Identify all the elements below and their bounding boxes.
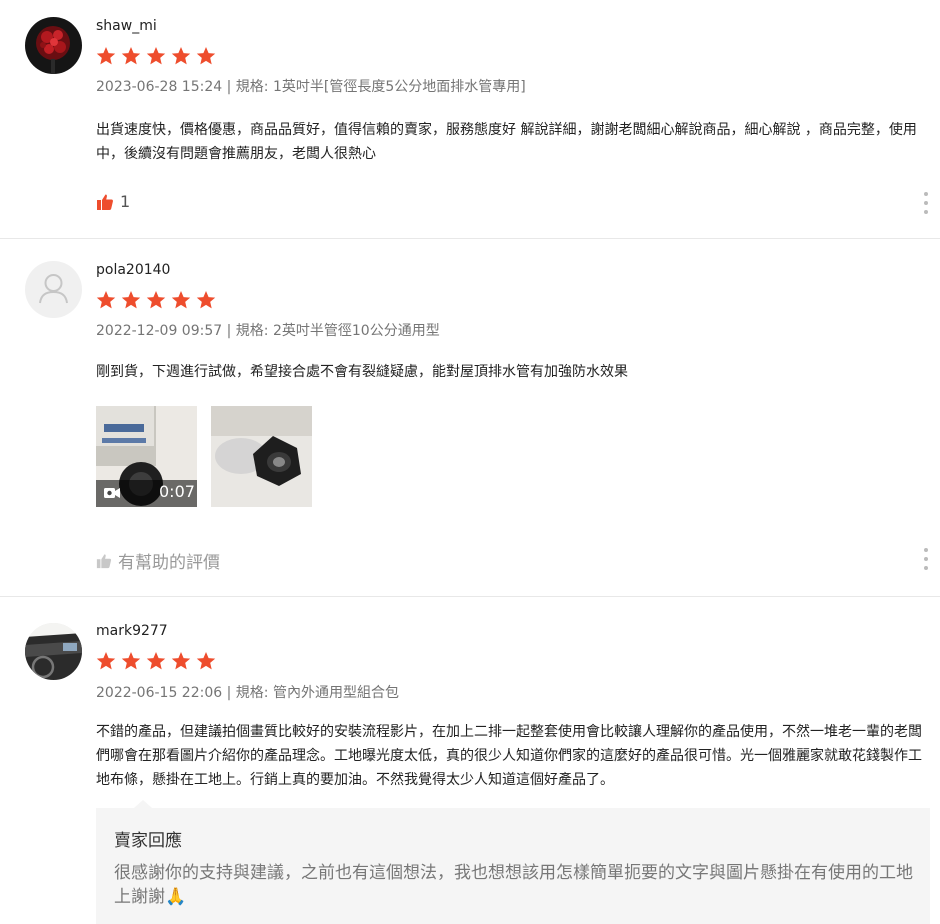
like-count: 1 xyxy=(120,192,131,211)
like-button[interactable]: 有幫助的評價 xyxy=(96,548,220,573)
review-text: 剛到貨，下週進行試做，希望接合處不會有裂縫疑慮，能對屋頂排水管有加強防水效果 xyxy=(96,364,628,380)
star-rating xyxy=(96,46,216,66)
review-divider xyxy=(0,596,940,597)
video-duration: 0:07 xyxy=(159,482,195,501)
star-rating xyxy=(96,290,216,310)
video-camera-icon xyxy=(104,488,120,498)
variation-label: 規格: xyxy=(235,79,269,95)
username[interactable]: pola20140 xyxy=(96,262,170,278)
meta-separator: | xyxy=(226,79,232,95)
seller-reply-pointer xyxy=(134,800,152,808)
review-date: 2023-06-28 15:24 xyxy=(96,79,223,95)
red-bouquet-photo xyxy=(25,17,82,74)
review-meta: 2022-06-15 22:06 | 規格: 管內外通用型組合包 xyxy=(96,682,399,702)
variation-label: 規格: xyxy=(235,685,269,701)
star-icon xyxy=(96,652,116,670)
variation-value: 管內外通用型組合包 xyxy=(272,685,399,701)
car-interior-photo xyxy=(25,623,82,680)
star-icon xyxy=(146,291,166,309)
thumbs-up-icon xyxy=(97,194,113,210)
variation-value: 2英吋半管徑10公分通用型 xyxy=(272,323,440,339)
star-icon xyxy=(196,291,216,309)
avatar[interactable] xyxy=(25,17,82,74)
star-rating xyxy=(96,651,216,671)
avatar[interactable] xyxy=(25,261,82,318)
star-icon xyxy=(171,652,191,670)
avatar[interactable] xyxy=(25,623,82,680)
review-meta: 2022-12-09 09:57 | 規格: 2英吋半管徑10公分通用型 xyxy=(96,320,440,340)
star-icon xyxy=(121,291,141,309)
more-options-icon[interactable] xyxy=(922,192,930,214)
star-icon xyxy=(196,47,216,65)
star-icon xyxy=(171,47,191,65)
review-divider xyxy=(0,238,940,239)
review-meta: 2023-06-28 15:24 | 規格: 1英吋半[管徑長度5公分地面排水管… xyxy=(96,76,526,96)
star-icon xyxy=(146,652,166,670)
default-user-icon xyxy=(39,274,68,304)
review-video-thumbnail[interactable]: 0:07 xyxy=(96,406,197,507)
review-text: 出貨速度快，價格優惠，商品品質好，值得信賴的賣家，服務態度好 解說詳細，謝謝老闆… xyxy=(96,122,917,162)
more-options-icon[interactable] xyxy=(922,548,930,570)
star-icon xyxy=(96,47,116,65)
meta-separator: | xyxy=(226,685,232,701)
like-button[interactable]: 1 xyxy=(96,192,130,211)
review-date: 2022-12-09 09:57 xyxy=(96,323,223,339)
star-icon xyxy=(96,291,116,309)
variation-value: 1英吋半[管徑長度5公分地面排水管專用] xyxy=(272,79,526,95)
star-icon xyxy=(121,652,141,670)
review-date: 2022-06-15 22:06 xyxy=(96,685,223,701)
star-icon xyxy=(171,291,191,309)
seller-reply: 賣家回應 很感謝你的支持與建議，之前也有這個想法，我也想想該用怎樣簡單扼要的文字… xyxy=(96,808,930,924)
review-photo-thumbnail[interactable] xyxy=(211,406,312,507)
star-icon xyxy=(196,652,216,670)
thumbs-up-icon xyxy=(96,553,112,568)
star-icon xyxy=(121,47,141,65)
variation-label: 規格: xyxy=(235,323,269,339)
seller-reply-title: 賣家回應 xyxy=(114,831,182,851)
star-icon xyxy=(146,47,166,65)
username[interactable]: mark9277 xyxy=(96,623,168,639)
username[interactable]: shaw_mi xyxy=(96,18,157,34)
seller-reply-text: 很感謝你的支持與建議，之前也有這個想法，我也想想該用怎樣簡單扼要的文字與圖片懸掛… xyxy=(114,863,913,907)
meta-separator: | xyxy=(226,323,232,339)
product-photo-image xyxy=(211,406,312,507)
review-text: 不錯的產品，但建議拍個畫質比較好的安裝流程影片，在加上二排一起整套使用會比較讓人… xyxy=(96,724,922,788)
helpful-label: 有幫助的評價 xyxy=(118,553,220,573)
